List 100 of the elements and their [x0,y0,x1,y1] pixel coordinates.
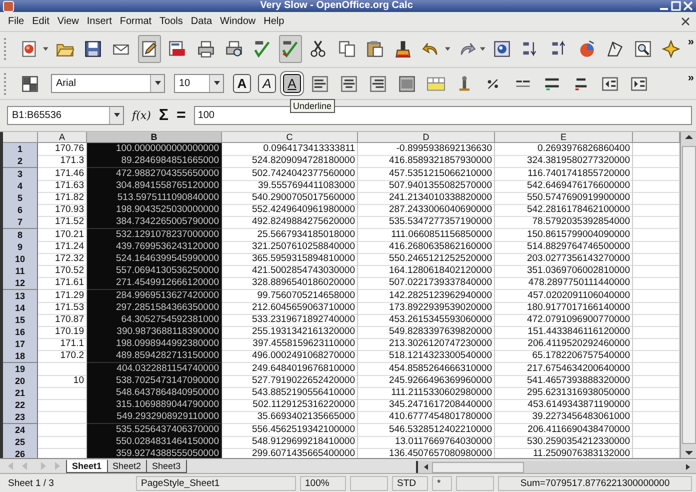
horizontal-scrollbar[interactable] [416,461,696,474]
table-cell: 359.9274388555050000 [87,448,222,458]
table-cell: 206.4116690438470000 [495,424,633,437]
table-cell: 502.7424042377560000 [222,168,358,181]
column-header[interactable]: C [222,132,358,144]
table-cell: 507.0221739337840000 [358,277,495,290]
sheet-tab[interactable]: Sheet3 [146,460,187,474]
menu-item[interactable]: Format [116,16,156,27]
table-cell: 99.7560705214658000 [222,290,358,303]
scroll-right-icon[interactable] [684,463,692,472]
align-right-icon [369,74,387,93]
toolbar-button[interactable] [138,35,161,64]
table-cell: 538.7025473147090000 [87,374,222,388]
table-cell: 453.2615345593060000 [358,314,495,327]
sheet-tab[interactable]: Sheet2 [106,460,148,474]
row-header[interactable]: 24 [3,424,38,437]
table-cell: 492.8249884275620000 [222,216,358,230]
column-header[interactable]: B [87,132,222,144]
status-text: Sheet 1 / 3 [7,476,55,490]
styles-grid-icon [21,74,39,93]
menu-item[interactable]: Insert [82,16,116,27]
table-cell: 543.8852190556410000 [222,387,358,400]
overflow-chevron[interactable]: » [688,32,694,48]
bold-button[interactable]: A [233,74,251,94]
status-text: STD [392,476,428,491]
column-header[interactable]: E [495,132,633,144]
row-header[interactable]: 22 [3,399,38,412]
table-cell: 453.6149343871190000 [495,399,633,412]
menu-item[interactable]: Tools [156,16,187,27]
row-header[interactable]: 23 [3,411,38,424]
menu-item[interactable]: Help [260,16,288,27]
table-cell: 489.8594282713150000 [87,350,222,364]
justify-icon [398,74,416,93]
row-header[interactable]: 21 [3,387,38,400]
table-cell: 540.2900705017560000 [222,192,358,206]
column-header[interactable]: A [38,132,87,144]
function-button[interactable]: = [176,106,186,125]
row-header[interactable]: 7 [3,216,38,230]
align-left-icon [311,74,329,93]
row-header[interactable]: 9 [3,240,38,254]
tooltip: Underline [290,98,335,113]
row-header[interactable]: 26 [3,448,38,458]
row-header[interactable]: 15 [3,314,38,327]
vertical-scrollbar[interactable] [680,132,696,458]
table-cell: 397.4558159623110000 [222,338,358,352]
row-header[interactable]: 1 [3,143,38,156]
sum-button[interactable]: Σ [158,106,168,125]
status-field [456,476,494,491]
menu-item[interactable]: Window [216,16,260,27]
row-header[interactable]: 19 [3,362,38,376]
row-header[interactable]: 8 [3,228,38,242]
table-cell: 328.8896540186020000 [222,277,358,290]
row-header[interactable]: 2 [3,155,38,168]
table-cell: 533.2319671892740000 [222,314,358,327]
increase-indent-icon [630,74,648,93]
row-header[interactable]: 11 [3,265,38,278]
table-cell: 502.1129125316220000 [222,399,358,412]
dropdown-arrow-icon [214,81,220,86]
table-cell: 321.2507610258840000 [222,240,358,254]
table-cell: 142.2825123962940000 [358,290,495,303]
dropdown-arrow-icon[interactable] [480,46,486,52]
row-header[interactable]: 18 [3,350,38,364]
row-header[interactable]: 25 [3,436,38,449]
table-cell: 249.6484019676810000 [222,362,358,376]
name-box[interactable]: B1:B65536 [7,106,124,126]
overflow-chevron[interactable]: » [688,68,694,84]
menu-item[interactable]: View [53,16,83,27]
function-wizard-button[interactable]: f(x) [132,109,151,122]
row-header[interactable]: 17 [3,338,38,352]
close-icon[interactable] [681,16,690,26]
toolbar-button[interactable] [278,35,302,64]
menu-item[interactable]: Data [186,16,216,27]
table-cell: 384.7342265005790000 [87,216,222,230]
row-header[interactable]: 10 [3,252,38,266]
row-header[interactable]: 3 [3,168,38,181]
dropdown-arrow-icon [154,81,160,86]
row-header[interactable]: 5 [3,192,38,206]
magnifier-document-icon [634,40,652,58]
row-header[interactable]: 16 [3,326,38,340]
table-cell: 180.9177017166140000 [495,302,633,315]
table-cell: 457.0202091106040000 [495,290,633,303]
maximize-icon[interactable] [671,1,681,11]
row-header[interactable]: 14 [3,302,38,315]
dropdown-arrow-icon[interactable] [444,46,450,52]
row-header[interactable]: 13 [3,290,38,303]
table-cell: 213.3026120747230000 [358,338,495,352]
table-cell: 542.6469476176600000 [495,180,633,193]
row-header[interactable]: 20 [3,374,38,388]
font-size-box[interactable]: 10 [174,74,224,94]
menu-item[interactable]: File [4,16,28,27]
underline-button[interactable]: A [283,74,301,94]
row-header[interactable]: 4 [3,180,38,193]
sheet-tab[interactable]: Sheet1 [66,460,108,474]
row-header[interactable]: 12 [3,277,38,290]
italic-button[interactable]: A [258,74,276,94]
dropdown-arrow-icon[interactable] [42,46,48,52]
column-header[interactable]: D [358,132,495,144]
menu-item[interactable]: Edit [28,16,54,27]
font-name-box[interactable]: Arial [51,74,165,94]
row-header[interactable]: 6 [3,204,38,218]
